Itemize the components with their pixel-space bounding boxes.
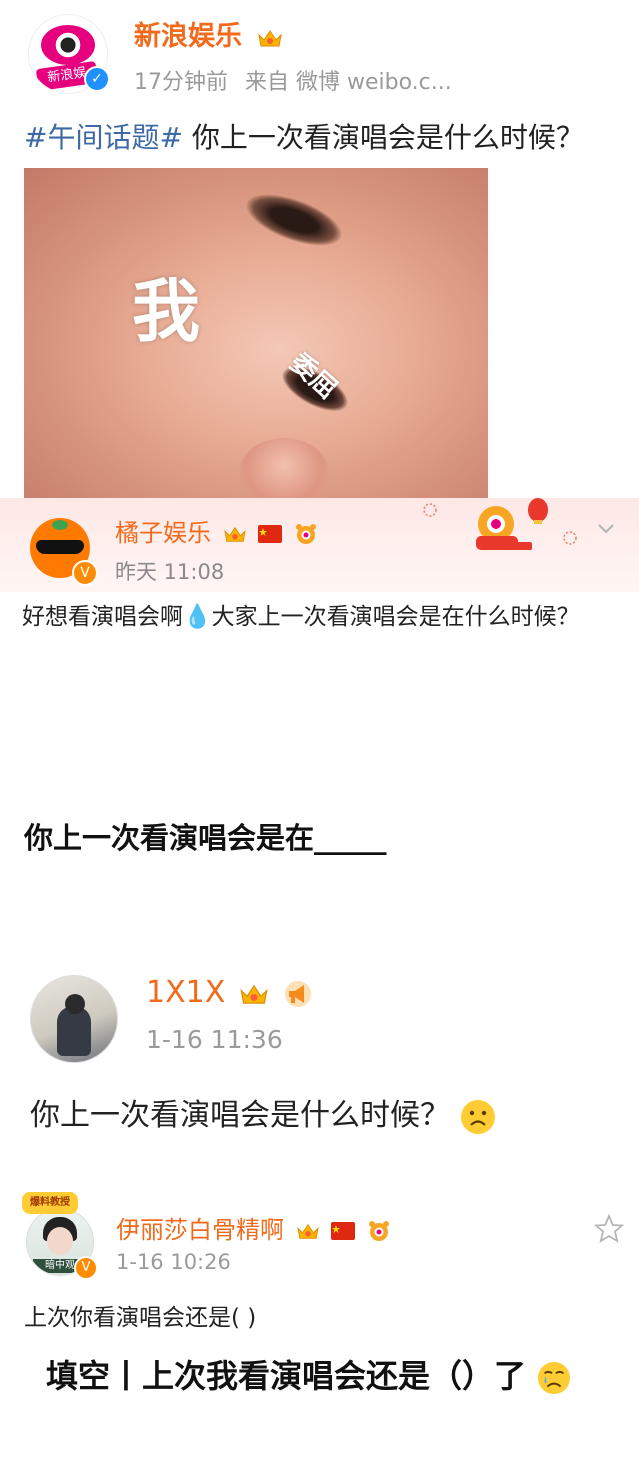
fan-badge-icon bbox=[295, 524, 316, 544]
post-body: 你上一次看演唱会是什么时候？ bbox=[30, 1098, 450, 1133]
verified-orange-icon: V bbox=[74, 1256, 98, 1280]
fan-badge: 爆料教授 bbox=[22, 1192, 78, 1214]
post-text: 你上一次看演唱会是什么时候？ bbox=[30, 1090, 496, 1135]
image-nose bbox=[239, 438, 329, 498]
star-icon[interactable] bbox=[594, 1214, 624, 1244]
crown-icon bbox=[296, 1223, 319, 1239]
fill-blank-image-text: 填空丨上次我看演唱会还是（）了 bbox=[46, 1350, 616, 1402]
post-image[interactable]: 我 委屈 bbox=[24, 168, 488, 498]
post-time: 17分钟前 bbox=[134, 70, 228, 95]
author-name[interactable]: 伊丽莎白骨精啊 bbox=[116, 1210, 391, 1245]
author-name-text: 伊丽莎白骨精啊 bbox=[116, 1216, 284, 1244]
author-name-text: 1X1X bbox=[146, 975, 226, 1010]
post-text: 上次你看演唱会还是( ) bbox=[24, 1305, 257, 1331]
post-source[interactable]: 来自 微博 weibo.c... bbox=[245, 70, 452, 95]
post-text: 好想看演唱会啊💧大家上一次看演唱会是在什么时候？ bbox=[22, 604, 580, 630]
post-body: 你上一次看演唱会是什么时候？ bbox=[182, 121, 584, 154]
crown-icon bbox=[223, 526, 246, 542]
fan-badge-icon bbox=[368, 1221, 389, 1241]
tiger-lantern-decoration bbox=[423, 498, 577, 550]
crying-face-emoji bbox=[538, 1361, 571, 1395]
image-caption-wo: 我 bbox=[132, 273, 201, 352]
avatar-head bbox=[65, 994, 85, 1014]
post-time: 1-16 11:36 bbox=[146, 1025, 283, 1054]
post-meta: 17分钟前 来自 微博 weibo.c... bbox=[134, 64, 462, 96]
topic-link[interactable]: #午间话题# bbox=[24, 121, 183, 154]
author-name[interactable]: 1X1X bbox=[146, 975, 314, 1010]
sunglasses-icon bbox=[36, 540, 84, 554]
china-flag-icon bbox=[331, 1222, 356, 1240]
megaphone-icon bbox=[285, 980, 312, 1007]
avatar-face bbox=[47, 1227, 73, 1255]
fill-blank-image-text: 你上一次看演唱会是在_____ bbox=[24, 821, 387, 855]
logo-eye-icon bbox=[41, 25, 95, 65]
crown-icon bbox=[258, 29, 283, 46]
verified-orange-icon: V bbox=[72, 560, 98, 586]
crown-icon bbox=[240, 984, 268, 1004]
sad-face-emoji bbox=[460, 1099, 495, 1134]
author-name[interactable]: 橘子娱乐 bbox=[115, 513, 318, 548]
post-time: 昨天 11:08 bbox=[115, 560, 225, 584]
author-avatar[interactable] bbox=[30, 975, 118, 1063]
post-time: 1-16 10:26 bbox=[116, 1250, 231, 1274]
author-name[interactable]: 新浪娱乐 bbox=[134, 14, 283, 53]
image-eye bbox=[240, 184, 348, 256]
big-text-body: 填空丨上次我看演唱会还是（）了 bbox=[46, 1357, 527, 1395]
china-flag-icon bbox=[258, 525, 283, 543]
chevron-down-icon[interactable] bbox=[596, 518, 616, 538]
orange-leaf-icon bbox=[52, 520, 68, 530]
verified-blue-icon: ✓ bbox=[84, 66, 110, 92]
author-name-text: 新浪娱乐 bbox=[134, 21, 242, 52]
author-name-text: 橘子娱乐 bbox=[115, 519, 211, 547]
post-text: #午间话题# 你上一次看演唱会是什么时候？ bbox=[24, 116, 584, 156]
